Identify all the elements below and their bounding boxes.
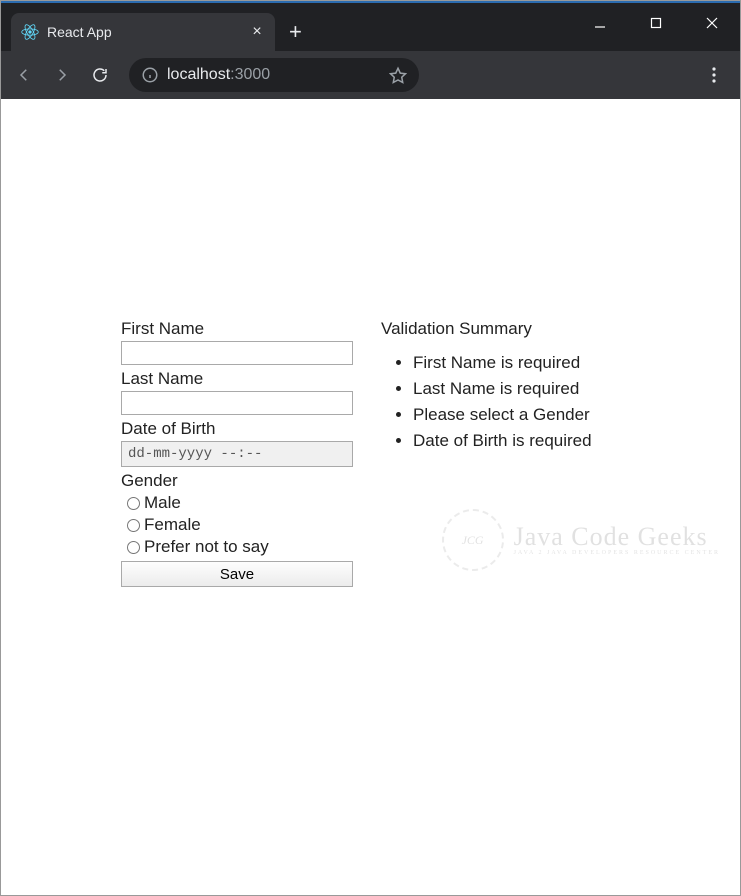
watermark-badge: JCG (442, 509, 504, 571)
browser-menu-button[interactable] (694, 58, 734, 92)
validation-item: Last Name is required (413, 379, 592, 399)
nav-forward-button[interactable] (45, 58, 79, 92)
gender-option-prefer-not-label: Prefer not to say (144, 537, 269, 557)
page-content: First Name Last Name Date of Birth dd-mm… (1, 99, 740, 587)
window-close-button[interactable] (684, 3, 740, 43)
watermark-line2: JAVA 2 JAVA DEVELOPERS RESOURCE CENTER (514, 550, 720, 556)
gender-radio-male[interactable] (127, 497, 140, 510)
site-info-icon[interactable] (141, 66, 159, 84)
gender-radio-prefer-not[interactable] (127, 541, 140, 554)
watermark-line1: Java Code Geeks (514, 524, 720, 550)
last-name-label: Last Name (121, 369, 369, 389)
bookmark-star-icon[interactable] (389, 66, 407, 84)
first-name-label: First Name (121, 319, 369, 339)
first-name-input[interactable] (121, 341, 353, 365)
watermark-logo: JCG Java Code Geeks JAVA 2 JAVA DEVELOPE… (442, 509, 720, 571)
nav-reload-button[interactable] (83, 58, 117, 92)
react-favicon (21, 23, 39, 41)
gender-radio-female[interactable] (127, 519, 140, 532)
address-bar[interactable]: localhost:3000 (129, 58, 419, 92)
save-button[interactable]: Save (121, 561, 353, 587)
new-tab-button[interactable]: + (289, 19, 302, 45)
gender-label: Gender (121, 471, 369, 491)
validation-item: First Name is required (413, 353, 592, 373)
form-column: First Name Last Name Date of Birth dd-mm… (121, 319, 369, 587)
gender-option-male-label: Male (144, 493, 181, 513)
gender-option-female-label: Female (144, 515, 201, 535)
dob-input[interactable]: dd-mm-yyyy --:-- (121, 441, 353, 467)
url-text: localhost:3000 (167, 66, 381, 84)
browser-toolbar: localhost:3000 (1, 51, 740, 99)
tab-title: React App (47, 24, 241, 40)
tab-close-icon[interactable]: × (249, 23, 265, 41)
nav-back-button[interactable] (7, 58, 41, 92)
validation-item: Date of Birth is required (413, 431, 592, 451)
window-titlebar: React App × + (1, 3, 740, 51)
browser-tab[interactable]: React App × (11, 13, 275, 51)
validation-heading: Validation Summary (381, 319, 592, 339)
dob-label: Date of Birth (121, 419, 369, 439)
window-minimize-button[interactable] (572, 3, 628, 43)
last-name-input[interactable] (121, 391, 353, 415)
window-maximize-button[interactable] (628, 3, 684, 43)
validation-item: Please select a Gender (413, 405, 592, 425)
